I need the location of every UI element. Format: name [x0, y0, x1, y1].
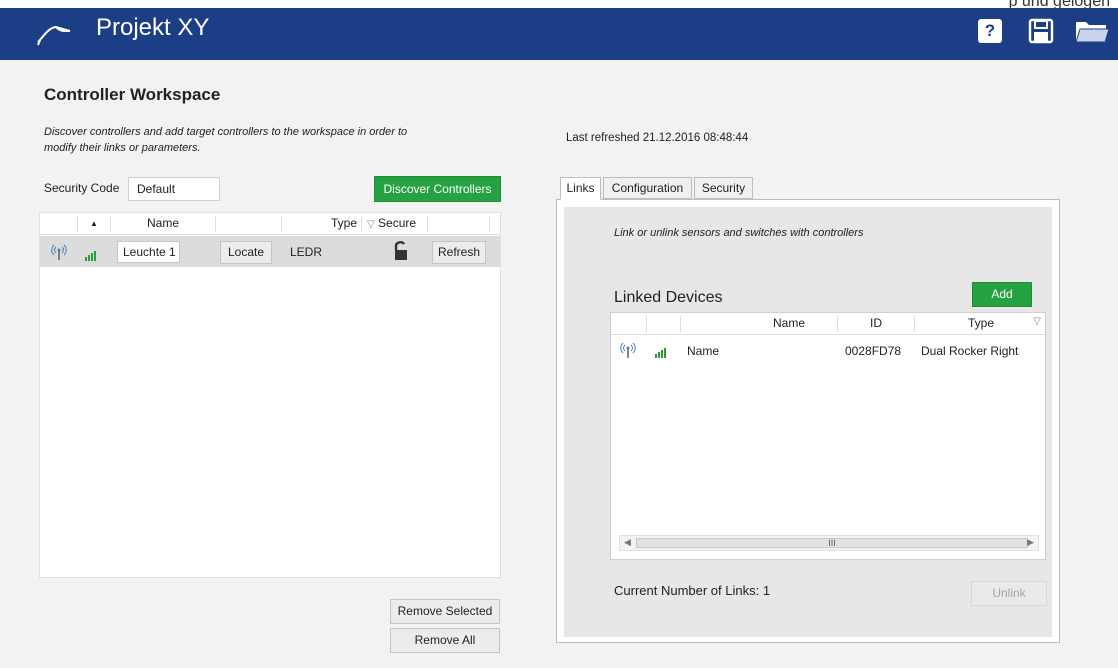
save-icon[interactable] — [1028, 18, 1054, 44]
top-strip-text: p und gelogen — [1008, 0, 1110, 10]
wireless-icon — [51, 244, 67, 260]
scroll-left-icon[interactable]: ◀ — [624, 537, 631, 548]
sort-asc-icon[interactable]: ▲ — [78, 216, 111, 232]
column-header-id[interactable]: ID — [838, 316, 915, 332]
remove-all-button[interactable]: Remove All — [390, 628, 500, 653]
tab-configuration[interactable]: Configuration — [603, 177, 692, 199]
app-logo-icon — [37, 25, 71, 46]
device-type: Dual Rocker Right — [921, 344, 1019, 358]
header-cell-locate — [216, 216, 282, 232]
linked-devices-title: Linked Devices — [614, 289, 723, 306]
filter-icon[interactable]: ▽ — [367, 219, 375, 230]
controller-grid: ▲ Name Type ▽ Secure Leuchte 1 Locate LE… — [39, 212, 501, 578]
wireless-icon — [620, 342, 636, 358]
scroll-right-icon[interactable]: ▶ — [1027, 537, 1034, 548]
refresh-button[interactable]: Refresh — [432, 241, 486, 264]
security-code-label: Security Code — [44, 181, 120, 195]
column-header-type[interactable]: Type — [915, 316, 1047, 332]
controller-type: LEDR — [290, 245, 323, 259]
column-header-type[interactable]: Type — [282, 216, 362, 232]
scroll-thumb[interactable]: III — [636, 538, 1028, 548]
header-cell-strength — [647, 316, 681, 332]
title-bar: Projekt XY ? — [0, 0, 1118, 60]
unlocked-padlock-icon[interactable] — [392, 240, 412, 262]
linked-devices-header: Name ID Type ▽ — [611, 313, 1045, 335]
security-code-input[interactable] — [128, 177, 220, 201]
filter-icon[interactable]: ▽ — [1033, 316, 1041, 327]
horizontal-scrollbar[interactable]: ◀ III ▶ — [619, 535, 1039, 551]
controller-grid-header: ▲ Name Type ▽ Secure — [40, 213, 500, 235]
locate-button[interactable]: Locate — [220, 241, 272, 264]
signal-strength-icon — [655, 344, 667, 358]
device-id: 0028FD78 — [845, 344, 902, 358]
tab-links[interactable]: Links — [560, 177, 601, 200]
column-header-secure-cell[interactable]: ▽ Secure — [362, 216, 428, 232]
signal-strength-icon — [85, 247, 97, 261]
linked-devices-grid: Name ID Type ▽ Name 0028FD78 Dual Rocker… — [610, 312, 1046, 560]
remove-selected-button[interactable]: Remove Selected — [390, 599, 500, 624]
link-count: Current Number of Links: 1 — [614, 583, 771, 598]
column-header-secure: Secure — [378, 216, 417, 230]
workspace-title: Controller Workspace — [44, 85, 221, 104]
add-links-button[interactable]: Add Links... — [972, 282, 1032, 324]
workspace-intro: Discover controllers and add target cont… — [44, 126, 408, 154]
discover-controllers-button[interactable]: Discover Controllers — [374, 176, 501, 202]
links-description: Link or unlink sensors and switches with… — [614, 227, 864, 239]
tab-security[interactable]: Security — [694, 177, 753, 199]
last-refreshed: Last refreshed 21.12.2016 08:48:44 — [566, 132, 749, 144]
device-name: Name — [687, 344, 720, 358]
top-strip: p und gelogen — [0, 0, 1118, 10]
app-title: Projekt XY — [96, 14, 210, 41]
table-row[interactable]: Name 0028FD78 Dual Rocker Right — [611, 339, 1045, 365]
column-header-name[interactable]: Name — [681, 316, 838, 332]
open-folder-icon[interactable] — [1074, 18, 1110, 44]
header-cell-signal — [40, 216, 78, 232]
help-icon[interactable]: ? — [978, 19, 1002, 43]
header-cell-refresh — [428, 216, 490, 232]
controller-name-field[interactable]: Leuchte 1 — [117, 241, 180, 263]
column-header-name[interactable]: Name — [111, 216, 216, 232]
header-cell-signal — [611, 316, 647, 332]
unlink-button[interactable]: Unlink — [971, 581, 1047, 606]
table-row[interactable]: Leuchte 1 Locate LEDR Refresh — [40, 236, 500, 267]
